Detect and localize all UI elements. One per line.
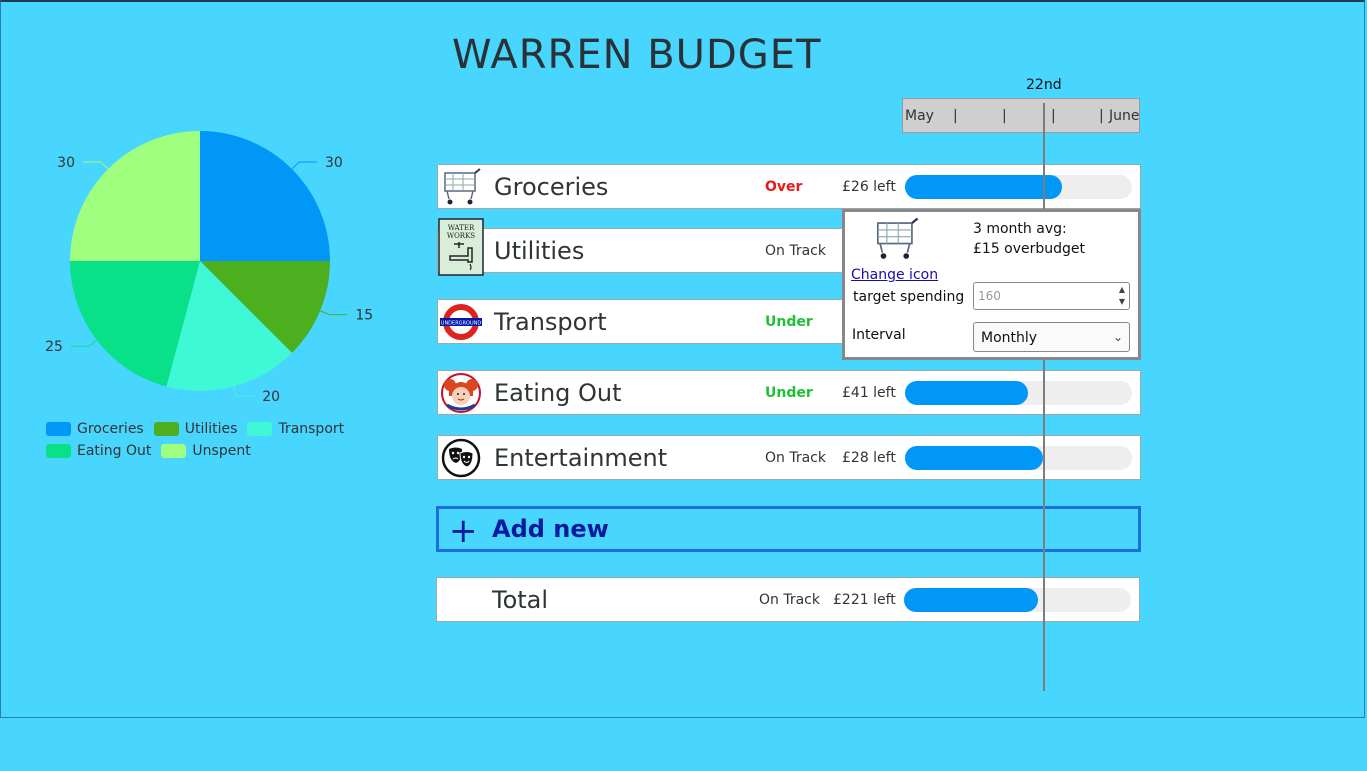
category-name: Eating Out <box>494 379 622 407</box>
svg-text:WATER: WATER <box>448 224 475 232</box>
shopping-cart-icon <box>871 214 921 268</box>
legend-label: Unspent <box>192 443 251 459</box>
timeline-tick: | <box>1099 108 1104 124</box>
pie-label-line <box>291 161 317 170</box>
timeline-tick: | <box>953 108 958 124</box>
pie-label-line <box>319 310 348 316</box>
status-badge: Under <box>765 314 813 330</box>
category-edit-popup: 3 month avg: £15 overbudget Change icon … <box>842 209 1141 360</box>
svg-text:WORKS: WORKS <box>447 232 475 240</box>
category-row-entertainment[interactable]: Entertainment On Track £28 left <box>437 435 1141 480</box>
progress-track <box>904 588 1131 612</box>
legend-item-utilities[interactable]: Utilities <box>153 421 238 437</box>
legend-item-groceries[interactable]: Groceries <box>46 421 144 437</box>
svg-text:UNDERGROUND: UNDERGROUND <box>441 320 482 326</box>
amount-left: £221 left <box>833 592 896 608</box>
target-spending-input[interactable]: 160 ▲ ▼ <box>973 282 1130 310</box>
status-badge: Under <box>765 385 813 401</box>
progress-track <box>905 175 1132 199</box>
progress-fill <box>905 446 1044 470</box>
timeline-start-label: May <box>905 108 934 124</box>
timeline-cursor[interactable] <box>1043 103 1045 691</box>
amount-left: £26 left <box>842 179 896 195</box>
pie-value-label: 25 <box>45 339 63 355</box>
category-name: Utilities <box>494 237 585 265</box>
total-name: Total <box>492 586 549 614</box>
category-name: Groceries <box>494 173 609 201</box>
legend-label: Eating Out <box>77 443 152 459</box>
interval-label: Interval <box>852 327 906 343</box>
status-badge: On Track <box>759 592 820 608</box>
interval-value: Monthly <box>981 330 1038 346</box>
stepper-arrows-icon[interactable]: ▲ ▼ <box>1119 284 1125 308</box>
timeline-end-label: June <box>1109 108 1140 124</box>
pie-slice-unspent[interactable] <box>70 131 200 261</box>
chevron-down-icon: ⌄ <box>1112 330 1123 344</box>
page-title: WARREN BUDGET <box>452 32 822 78</box>
pie-value-label: 15 <box>355 308 373 324</box>
avg-value: £15 overbudget <box>973 241 1086 257</box>
status-badge: Over <box>765 179 803 195</box>
legend-item-unspent[interactable]: Unspent <box>161 443 251 459</box>
timeline-marker-label: 22nd <box>1026 77 1062 93</box>
legend-label: Utilities <box>184 421 238 437</box>
avg-label: 3 month avg: <box>973 221 1067 237</box>
shopping-cart-icon[interactable] <box>438 165 484 208</box>
progress-track <box>905 381 1132 405</box>
legend-item-eating-out[interactable]: Eating Out <box>46 443 151 459</box>
add-new-button[interactable]: + Add new <box>436 506 1141 552</box>
pie-value-label: 30 <box>325 155 343 171</box>
pie-label-line <box>70 339 98 347</box>
progress-track <box>905 446 1132 470</box>
category-name: Entertainment <box>494 444 668 472</box>
pie-label-line <box>83 161 109 170</box>
pie-value-label: 20 <box>262 389 280 405</box>
pie-slice-groceries[interactable] <box>200 131 330 261</box>
amount-left: £41 left <box>842 385 896 401</box>
interval-select[interactable]: Monthly ⌄ <box>973 322 1130 352</box>
add-new-label: Add new <box>492 515 609 543</box>
status-badge: On Track <box>765 243 826 259</box>
status-badge: On Track <box>765 450 826 466</box>
target-spending-placeholder: 160 <box>978 289 1001 303</box>
legend-item-transport[interactable]: Transport <box>247 421 344 437</box>
progress-fill <box>905 175 1062 199</box>
timeline-tick: | <box>1051 108 1056 124</box>
water-works-icon[interactable]: WATER WORKS <box>438 218 484 276</box>
budget-pie-chart: 30 15 20 25 30 <box>45 131 373 405</box>
total-row: Total On Track £221 left <box>436 577 1140 622</box>
legend-label: Groceries <box>77 421 144 437</box>
pie-legend: Groceries Utilities Transport Eating Out… <box>46 421 376 465</box>
underground-icon[interactable]: UNDERGROUND <box>438 300 484 343</box>
change-icon-link[interactable]: Change icon <box>851 267 938 283</box>
progress-fill <box>905 381 1028 405</box>
pie-value-label: 30 <box>57 155 75 171</box>
progress-fill <box>904 588 1038 612</box>
theatre-masks-icon[interactable] <box>438 436 484 479</box>
wendys-icon[interactable] <box>438 371 484 414</box>
timeline-tick: | <box>1002 108 1007 124</box>
legend-label: Transport <box>278 421 345 437</box>
category-row-groceries[interactable]: Groceries Over £26 left <box>437 164 1141 209</box>
amount-left: £28 left <box>842 450 896 466</box>
category-row-eating-out[interactable]: Eating Out Under £41 left <box>437 370 1141 415</box>
category-name: Transport <box>494 308 607 336</box>
plus-icon: + <box>449 511 478 551</box>
pie-label-line <box>233 386 255 397</box>
target-spending-label: target spending <box>853 289 965 305</box>
month-timeline[interactable]: May | | | | June <box>902 98 1140 133</box>
